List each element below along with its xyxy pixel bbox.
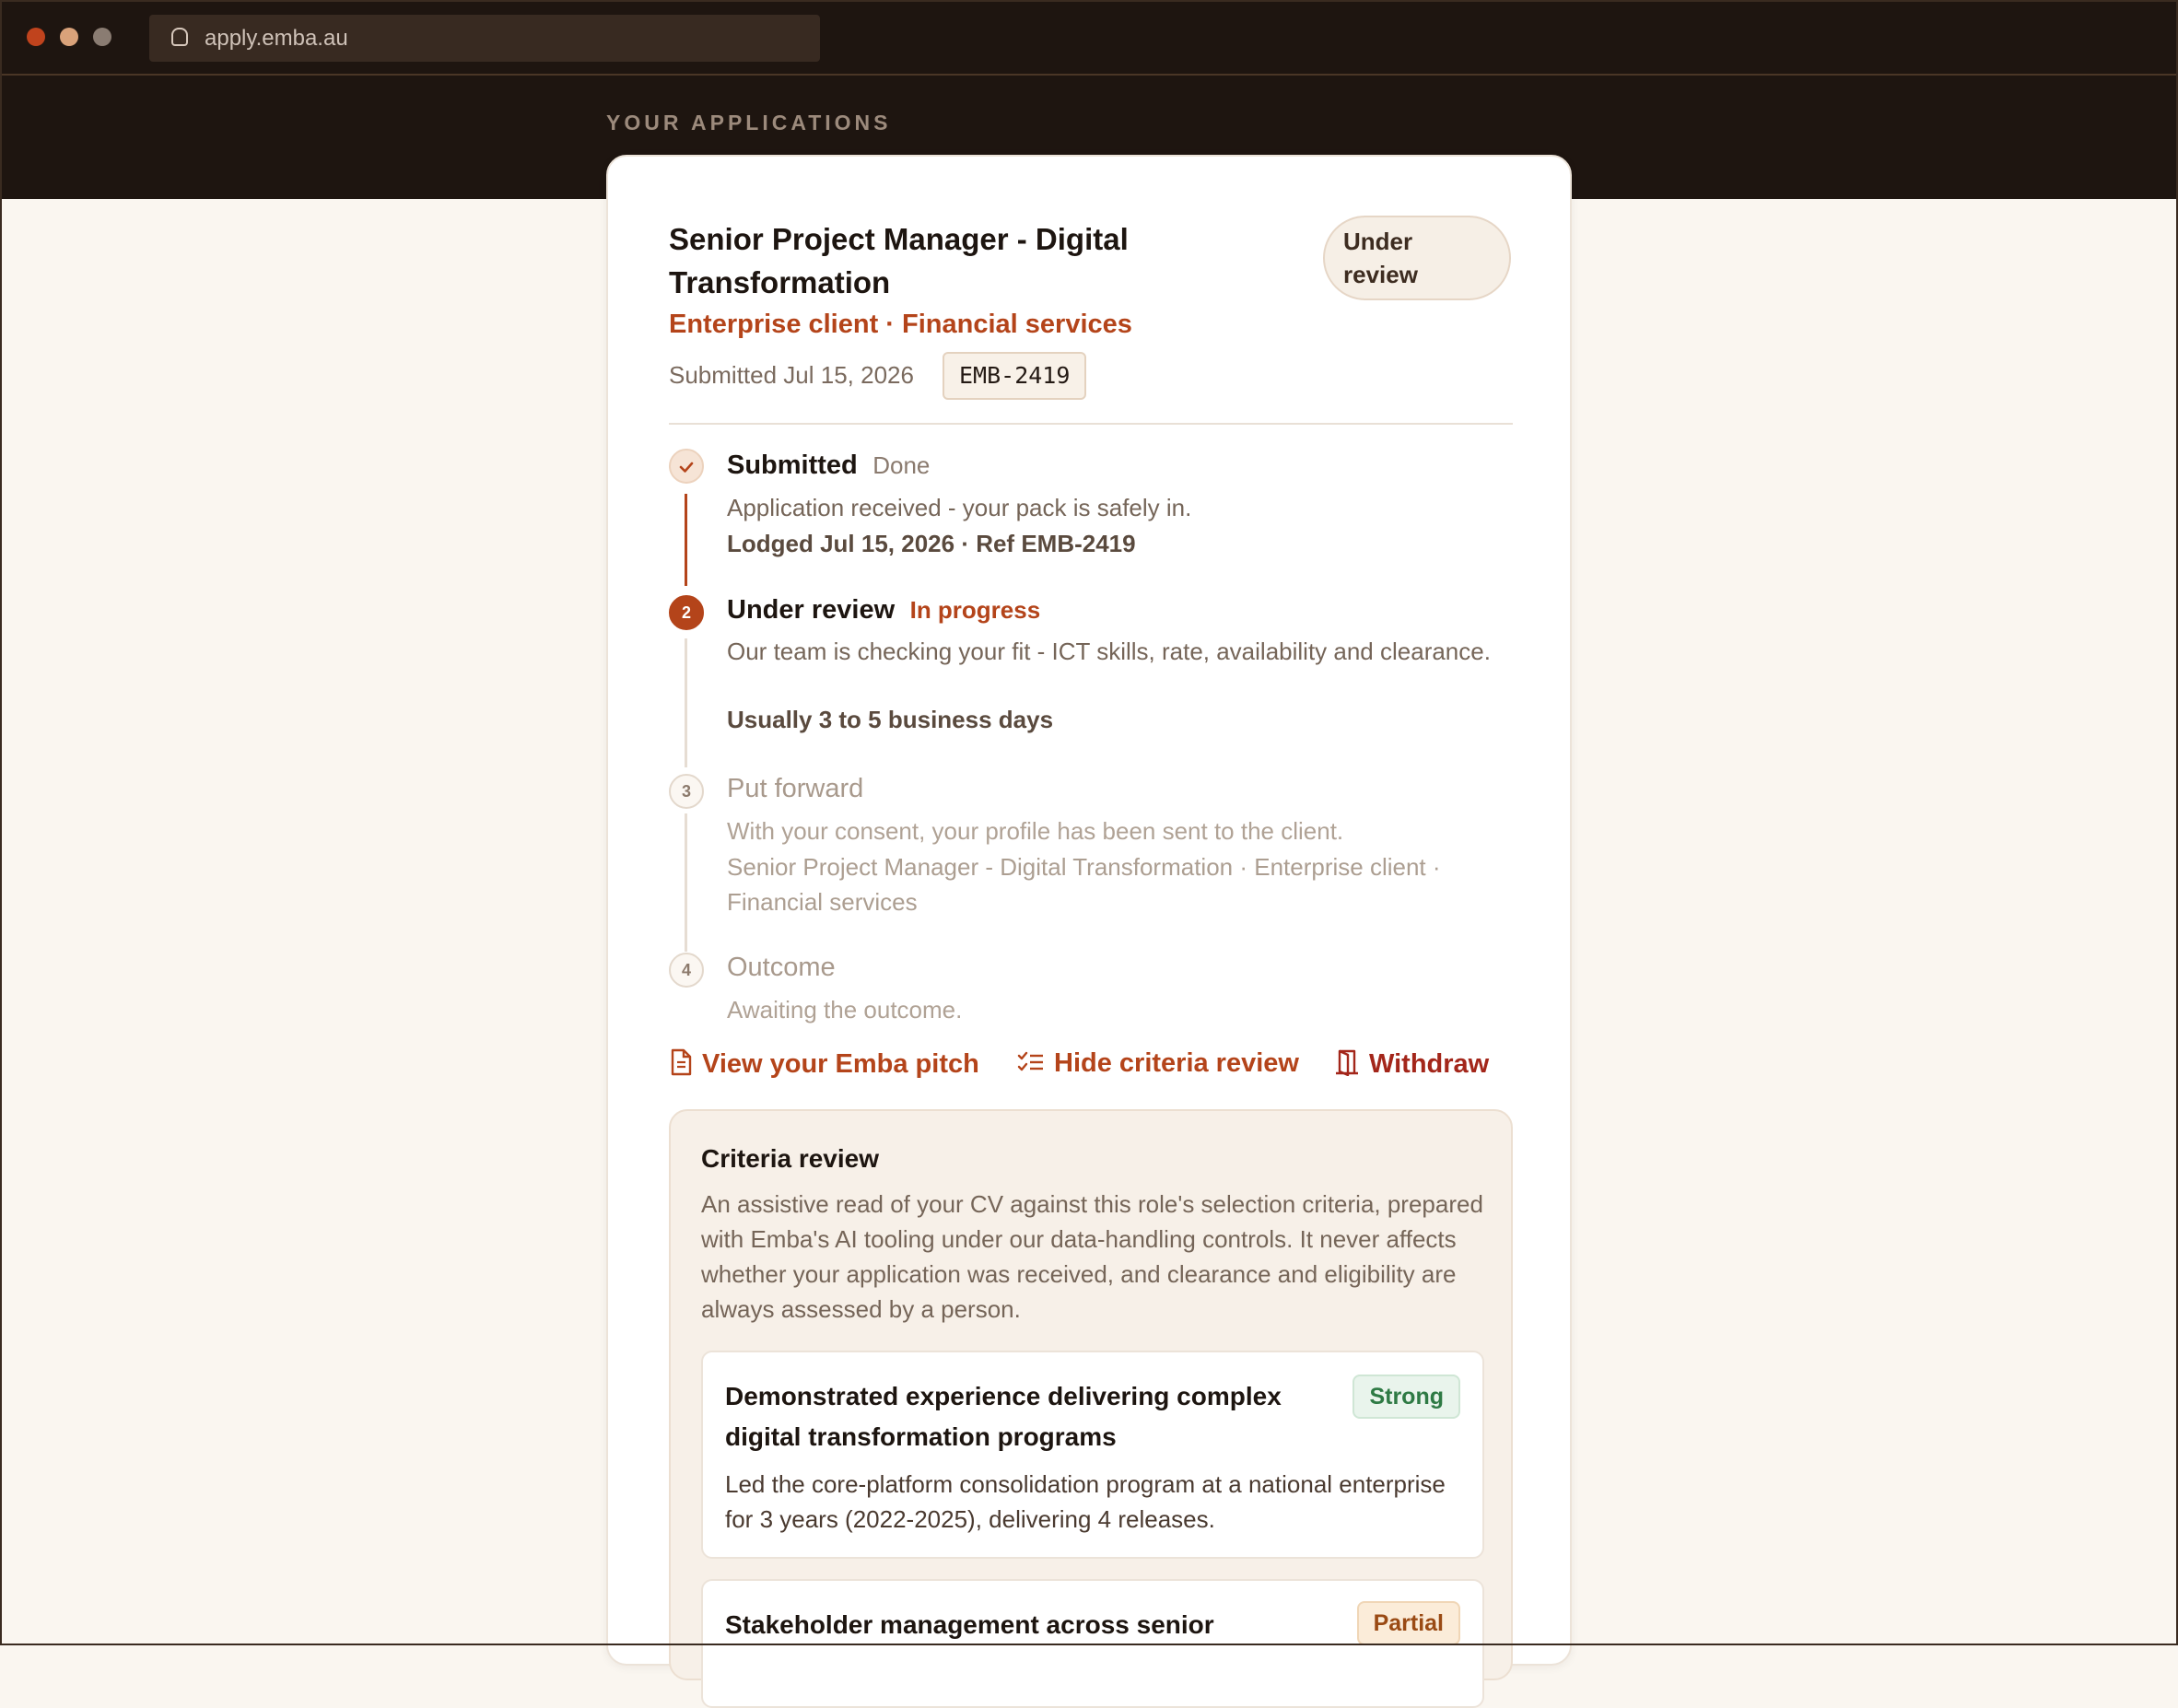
document-icon xyxy=(671,1048,692,1076)
view-pitch-link[interactable]: View your Emba pitch xyxy=(669,1048,979,1080)
step-description: Awaiting the outcome. xyxy=(727,996,963,1024)
criterion-title: Stakeholder management across senior xyxy=(725,1610,1214,1639)
step-title: Under review xyxy=(727,595,896,625)
step-marker-submitted xyxy=(669,449,704,484)
check-icon xyxy=(679,462,694,473)
step-title: Outcome xyxy=(727,953,836,982)
close-window-button[interactable] xyxy=(27,28,45,46)
step-description: Our team is checking your fit - ICT skil… xyxy=(727,638,1491,665)
step-meta: Senior Project Manager - Digital Transfo… xyxy=(727,853,1441,916)
submitted-date: Submitted Jul 15, 2026 xyxy=(669,361,914,389)
step-title: Submitted xyxy=(727,450,858,480)
step-header-submitted: Submitted Done xyxy=(727,450,930,481)
maximize-window-button[interactable] xyxy=(93,28,111,46)
job-title: Senior Project Manager - Digital Transfo… xyxy=(669,222,1129,299)
withdraw-label: Withdraw xyxy=(1369,1049,1490,1079)
step-description: With your consent, your profile has been… xyxy=(727,817,1344,845)
timeline-connector xyxy=(685,638,687,767)
step-meta: Lodged Jul 15, 2026 · Ref EMB-2419 xyxy=(727,530,1136,557)
section-eyebrow: YOUR APPLICATIONS xyxy=(606,111,892,135)
step-status: In progress xyxy=(909,596,1041,624)
step-marker-outcome: 4 xyxy=(669,953,704,988)
criterion-card: Stakeholder management across senior Par… xyxy=(701,1579,1484,1708)
rating-badge: Strong xyxy=(1352,1375,1460,1419)
reference-chip: EMB-2419 xyxy=(943,352,1087,400)
step-description: Application received - your pack is safe… xyxy=(727,494,1192,521)
view-pitch-label: View your Emba pitch xyxy=(702,1049,979,1079)
criterion-title: Demonstrated experience delivering compl… xyxy=(725,1382,1282,1451)
criterion-card: Demonstrated experience delivering compl… xyxy=(701,1351,1484,1559)
step-status: Done xyxy=(872,451,931,479)
browser-chrome: apply.emba.au xyxy=(0,0,2178,76)
application-card: Senior Project Manager - Digital Transfo… xyxy=(606,155,1572,1708)
step-title: Put forward xyxy=(727,774,864,803)
client-label: Enterprise client · Financial services xyxy=(669,310,1132,339)
checklist-icon xyxy=(1017,1051,1043,1071)
door-exit-icon xyxy=(1336,1049,1358,1077)
criteria-review-panel: Criteria review An assistive read of you… xyxy=(669,1109,1513,1708)
step-meta: Usually 3 to 5 business days xyxy=(727,706,1054,733)
hide-criteria-review-link[interactable]: Hide criteria review xyxy=(1017,1048,1299,1079)
timeline-connector xyxy=(685,813,687,952)
withdraw-link[interactable]: Withdraw xyxy=(1334,1048,1489,1080)
step-marker-put-forward: 3 xyxy=(669,774,704,809)
status-badge: Under review xyxy=(1323,216,1511,300)
rating-badge: Partial xyxy=(1356,1601,1460,1645)
lock-icon xyxy=(171,28,188,46)
criteria-review-description: An assistive read of your CV against thi… xyxy=(701,1190,1483,1323)
url-text: apply.emba.au xyxy=(205,26,348,51)
minimize-window-button[interactable] xyxy=(60,28,78,46)
step-header-under-review: Under review In progress xyxy=(727,595,1040,626)
timeline-connector xyxy=(685,494,687,586)
address-bar[interactable]: apply.emba.au xyxy=(149,15,820,62)
step-marker-under-review: 2 xyxy=(669,595,704,630)
divider xyxy=(669,423,1513,425)
criterion-evidence: Led the core-platform consolidation prog… xyxy=(725,1470,1446,1533)
hide-review-label: Hide criteria review xyxy=(1054,1048,1299,1078)
criteria-review-title: Criteria review xyxy=(701,1144,879,1173)
